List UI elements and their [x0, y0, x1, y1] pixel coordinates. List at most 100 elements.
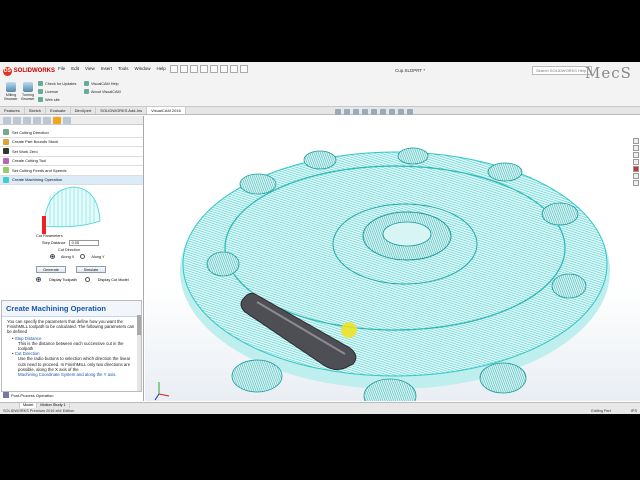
- tab-evaluate[interactable]: Evaluate: [46, 107, 71, 114]
- cut-parameters-group: Cut Parameters Step Distance 0.05 Cut Di…: [36, 234, 136, 259]
- post-process-icon: [3, 392, 9, 398]
- file-explorer-icon[interactable]: [632, 152, 639, 158]
- step-label: Create Part Bounds Stock: [12, 139, 59, 145]
- tool-indicator-bar: [42, 216, 46, 234]
- along-y-radio[interactable]: [80, 254, 86, 259]
- document-title: Cup.SLDPRT *: [395, 68, 426, 73]
- open-icon[interactable]: [180, 65, 188, 73]
- view-orientation-icon[interactable]: [371, 109, 377, 115]
- step-create-cutting-tool[interactable]: Create Cutting Tool: [0, 157, 143, 166]
- tab-features[interactable]: Features: [0, 107, 25, 114]
- post-process-item[interactable]: Post-Process Operation: [3, 392, 53, 398]
- update-icon: [38, 81, 43, 86]
- zoom-fit-icon[interactable]: [335, 109, 341, 115]
- help-term[interactable]: Step Distance: [15, 336, 42, 341]
- task-pane-tabs: [631, 116, 640, 186]
- search-input[interactable]: Search SOLIDWORKS Help: [532, 66, 592, 75]
- previous-view-icon[interactable]: [353, 109, 359, 115]
- appearances-icon[interactable]: [632, 166, 639, 172]
- tab-addins[interactable]: SOLIDWORKS Add-Ins: [96, 107, 148, 114]
- tab-visualcam[interactable]: VisualCAM 2016: [147, 107, 186, 114]
- save-icon[interactable]: [190, 65, 198, 73]
- status-bar: Model Motion Study 1 SOLIDWORKS Premium …: [0, 402, 640, 414]
- new-icon[interactable]: [170, 65, 178, 73]
- display-toolpath-radio[interactable]: [36, 277, 41, 282]
- display-cut-model-label: Display Cut Model: [97, 277, 129, 282]
- along-x-radio[interactable]: [50, 254, 55, 259]
- print-icon[interactable]: [200, 65, 208, 73]
- command-manager-tabs: Features Sketch Evaluate DimXpert SOLIDW…: [0, 107, 640, 115]
- undo-icon[interactable]: [210, 65, 218, 73]
- milling-browser-button[interactable]: Milling Browser: [3, 82, 19, 101]
- simulate-button[interactable]: Simulate: [76, 266, 106, 273]
- step-create-stock[interactable]: Create Part Bounds Stock: [0, 138, 143, 147]
- help-item-text[interactable]: Machining Coordinate System and along th…: [12, 372, 136, 377]
- visualcam-help-link[interactable]: VisualCAM Help: [84, 81, 119, 86]
- custom-properties-icon[interactable]: [632, 173, 639, 179]
- step-label: Set Work Zero: [12, 148, 38, 154]
- stock-icon: [3, 138, 9, 145]
- options-icon[interactable]: [240, 65, 248, 73]
- check-updates-link[interactable]: Check for Updates: [38, 81, 76, 86]
- display-cut-model-radio[interactable]: [84, 277, 90, 282]
- action-buttons: Generate Simulate: [36, 266, 106, 273]
- step-set-work-zero[interactable]: Set Work Zero: [0, 147, 143, 157]
- menu-insert[interactable]: Insert: [101, 66, 112, 71]
- cut-direction-label: Cut Direction: [58, 248, 80, 252]
- appearance-icon[interactable]: [398, 109, 404, 115]
- units-indicator[interactable]: IPS: [631, 408, 637, 414]
- help-icon: [84, 81, 89, 86]
- solidworks-window: DS SOLIDWORKS File Edit View Insert Tool…: [0, 62, 640, 414]
- cutting-tool-icon: [3, 157, 9, 164]
- menu-tools[interactable]: Tools: [118, 66, 129, 71]
- turning-browser-icon: [23, 82, 33, 92]
- section-view-icon[interactable]: [362, 109, 368, 115]
- quick-access-toolbar: [170, 65, 248, 73]
- resources-icon[interactable]: [632, 138, 639, 144]
- help-item-text: This is the distance between each succes…: [18, 340, 124, 352]
- view-palette-icon[interactable]: [632, 159, 639, 165]
- triad-icon: [154, 382, 170, 401]
- license-link[interactable]: License: [38, 89, 58, 94]
- display-toolpath-label: Display Toolpath: [49, 277, 77, 282]
- design-library-icon[interactable]: [632, 145, 639, 151]
- help-intro: You can specify the parameters that defi…: [7, 319, 135, 335]
- zoom-area-icon[interactable]: [344, 109, 350, 115]
- help-scrollbar[interactable]: [137, 315, 141, 391]
- generate-button[interactable]: Generate: [36, 266, 66, 273]
- tab-dimxpert[interactable]: DimXpert: [71, 107, 97, 114]
- step-feeds-speeds[interactable]: Set Cutting Feeds and Speeds: [0, 166, 143, 176]
- graphics-viewport[interactable]: [145, 116, 640, 401]
- step-distance-input[interactable]: 0.05: [68, 240, 99, 246]
- scroll-thumb[interactable]: [137, 315, 141, 335]
- scene-icon[interactable]: [407, 109, 413, 115]
- website-link[interactable]: Web site: [38, 97, 60, 102]
- forum-icon[interactable]: [632, 180, 639, 186]
- tab-sketch[interactable]: Sketch: [25, 107, 47, 114]
- property-tab-icon[interactable]: [13, 117, 21, 124]
- dimxpert-tab-icon[interactable]: [33, 117, 41, 124]
- hide-show-icon[interactable]: [389, 109, 395, 115]
- visualcam-tab-icon[interactable]: [53, 117, 61, 124]
- menu-view[interactable]: View: [85, 66, 95, 71]
- solidworks-logo: DS SOLIDWORKS: [3, 65, 55, 77]
- rebuild-icon[interactable]: [230, 65, 238, 73]
- display-tab-icon[interactable]: [43, 117, 51, 124]
- about-visualcam-link[interactable]: About VisualCAM: [84, 89, 121, 94]
- help-title: Create Machining Operation: [2, 301, 141, 317]
- help-list: • Step Distance This is the distance bet…: [2, 335, 141, 378]
- select-icon[interactable]: [220, 65, 228, 73]
- config-tab-icon[interactable]: [23, 117, 31, 124]
- turning-browser-label: Turning Browser: [21, 93, 35, 101]
- menu-help[interactable]: Help: [157, 66, 166, 71]
- step-set-cutting-direction[interactable]: Set Cutting Direction: [0, 128, 143, 138]
- step-label: Set Cutting Feeds and Speeds: [12, 167, 67, 173]
- menu-file[interactable]: File: [58, 66, 65, 71]
- mill-tab-icon[interactable]: [63, 117, 71, 124]
- visualcam-help-label: VisualCAM Help: [91, 81, 119, 86]
- menu-window[interactable]: Window: [135, 66, 151, 71]
- menu-edit[interactable]: Edit: [71, 66, 79, 71]
- display-style-icon[interactable]: [380, 109, 386, 115]
- feature-tree-tab-icon[interactable]: [3, 117, 11, 124]
- turning-browser-button[interactable]: Turning Browser: [20, 82, 36, 101]
